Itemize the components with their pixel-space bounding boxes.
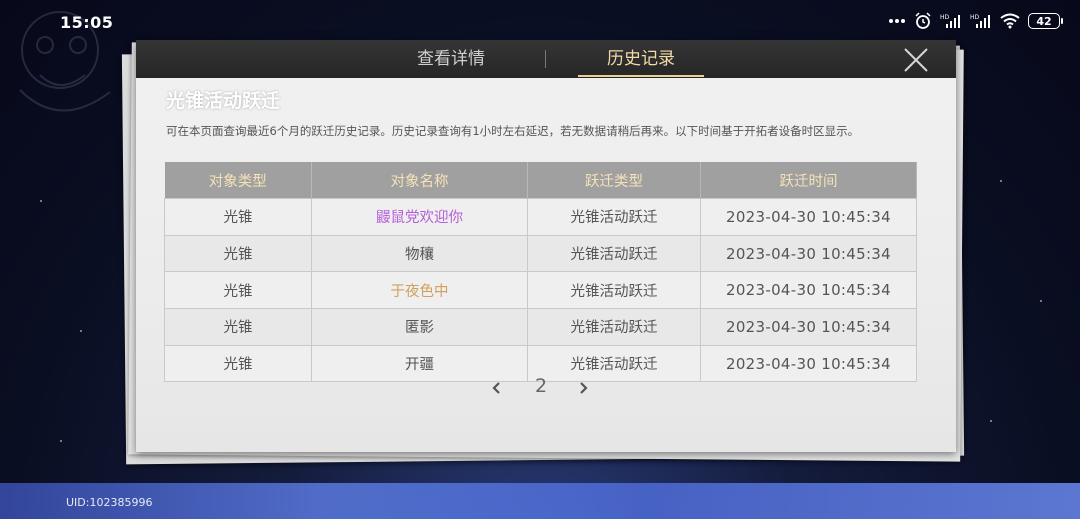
battery-level: 42	[1036, 14, 1052, 28]
chevron-right-icon[interactable]	[574, 379, 592, 397]
uid-label: UID:102385996	[66, 496, 153, 509]
tab-history[interactable]: 历史记录	[578, 40, 704, 78]
chevron-left-icon[interactable]	[488, 379, 506, 397]
active-tab-underline	[578, 75, 704, 77]
svg-text:HD: HD	[970, 14, 980, 21]
item-name-cell: 鼹鼠党欢迎你	[311, 198, 528, 236]
close-icon[interactable]	[902, 46, 930, 74]
table-row: 光锥 于夜色中 光锥活动跃迁 2023-04-30 10:45:34	[164, 271, 917, 310]
column-header: 跃迁时间	[700, 162, 917, 199]
column-header: 对象类型	[164, 162, 312, 199]
warp-type-cell: 光锥活动跃迁	[527, 308, 701, 346]
hd-signal-icon: HD	[970, 14, 990, 28]
item-name-cell: 物穰	[311, 234, 528, 273]
history-panel: 查看详情 历史记录 光锥活动跃迁 可在本页面查询最近6个月的跃迁历史记录。历史记…	[136, 40, 956, 452]
warp-type-cell: 光锥活动跃迁	[527, 234, 701, 273]
tab-details[interactable]: 查看详情	[386, 40, 516, 78]
item-type-cell: 光锥	[164, 308, 312, 346]
alarm-icon	[915, 12, 931, 29]
table-row: 光锥 鼹鼠党欢迎你 光锥活动跃迁 2023-04-30 10:45:34	[164, 198, 917, 236]
dots-icon	[889, 19, 905, 23]
column-header: 跃迁类型	[527, 162, 701, 199]
pagination: 2	[488, 375, 598, 401]
warp-time-cell: 2023-04-30 10:45:34	[700, 234, 917, 273]
status-time: 15:05	[60, 13, 114, 32]
warp-time-cell: 2023-04-30 10:45:34	[700, 344, 917, 383]
bottom-glow	[0, 483, 1080, 519]
current-page-number: 2	[534, 375, 548, 397]
status-bar: 15:05 HD HD 42	[0, 0, 1080, 44]
table-row: 光锥 匿影 光锥活动跃迁 2023-04-30 10:45:34	[164, 308, 917, 346]
wifi-icon	[1000, 13, 1020, 29]
column-header: 对象名称	[311, 162, 528, 199]
tab-details-label: 查看详情	[417, 49, 485, 69]
table-row: 光锥 物穰 光锥活动跃迁 2023-04-30 10:45:34	[164, 234, 917, 273]
item-name-cell: 于夜色中	[311, 271, 528, 310]
warp-time-cell: 2023-04-30 10:45:34	[700, 271, 917, 310]
tab-divider	[545, 50, 546, 68]
warp-type-cell: 光锥活动跃迁	[527, 198, 701, 236]
history-table: 对象类型 对象名称 跃迁类型 跃迁时间 光锥 鼹鼠党欢迎你 光锥活动跃迁 202…	[164, 162, 917, 383]
table-header-row: 对象类型 对象名称 跃迁类型 跃迁时间	[164, 162, 917, 199]
item-type-cell: 光锥	[164, 344, 312, 383]
item-name-cell: 匿影	[311, 308, 528, 346]
status-icons: HD HD 42	[888, 12, 1063, 30]
warp-time-cell: 2023-04-30 10:45:34	[700, 198, 917, 236]
warp-type-cell: 光锥活动跃迁	[527, 271, 701, 310]
tab-history-label: 历史记录	[607, 49, 675, 69]
item-type-cell: 光锥	[164, 198, 312, 236]
section-title: 光锥活动跃迁	[166, 90, 281, 112]
item-type-cell: 光锥	[164, 271, 312, 310]
panel-header: 查看详情 历史记录	[136, 40, 956, 78]
history-notice: 可在本页面查询最近6个月的跃迁历史记录。历史记录查询有1小时左右延迟，若无数据请…	[166, 124, 860, 138]
item-type-cell: 光锥	[164, 234, 312, 273]
battery-icon: 42	[1028, 13, 1063, 29]
warp-time-cell: 2023-04-30 10:45:34	[700, 308, 917, 346]
hd-signal-icon: HD	[940, 14, 960, 28]
svg-text:HD: HD	[940, 14, 950, 21]
